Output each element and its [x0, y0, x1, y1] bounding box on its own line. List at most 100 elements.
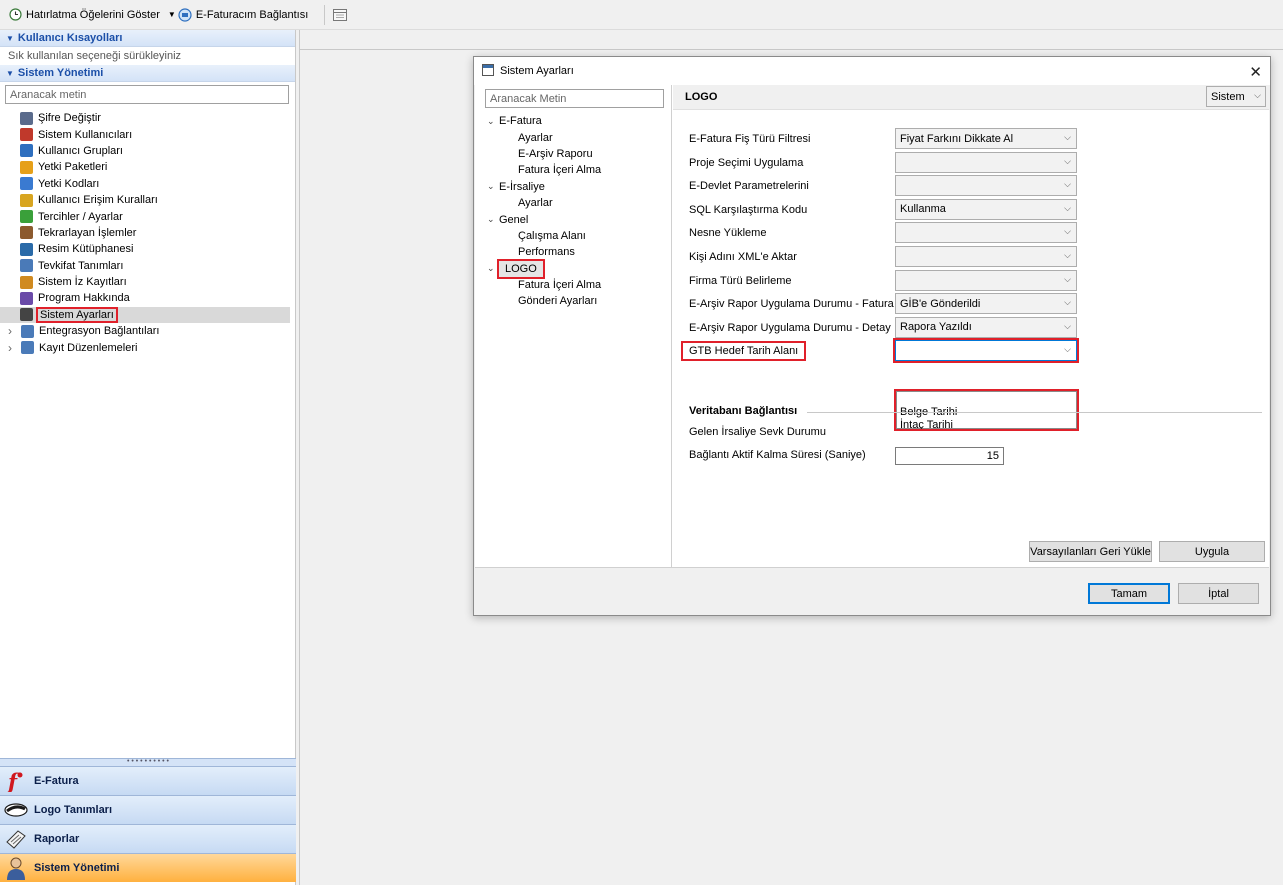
setting-select[interactable]: ⌵	[895, 151, 1077, 173]
tree-item-label: Tevkifat Tanımları	[38, 259, 124, 272]
dropdown-arrow-icon[interactable]: ▼	[168, 10, 176, 19]
ok-button[interactable]: Tamam	[1088, 583, 1170, 604]
nav-efatura[interactable]: f E-Fatura	[0, 766, 296, 795]
settings-tree-item[interactable]: Gönderi Ayarları	[485, 293, 601, 309]
section-title: LOGO	[685, 91, 718, 103]
scope-value: Sistem	[1211, 90, 1245, 103]
settings-tree-label: Performans	[518, 246, 575, 259]
collapse-icon: ▼	[6, 68, 14, 78]
cancel-button[interactable]: İptal	[1178, 583, 1259, 604]
settings-tree-item[interactable]: Ayarlar	[485, 129, 601, 145]
settings-tree-item[interactable]: ⌄ LOGO	[485, 258, 601, 279]
setting-label: E-Devlet Parametrelerini	[689, 180, 809, 193]
chevron-right-icon[interactable]: ›	[8, 341, 16, 355]
setting-value: Fiyat Farkını Dikkate Al	[900, 132, 1014, 145]
settings-tree-label: Fatura İçeri Alma	[518, 279, 602, 292]
setting-select[interactable]: Fiyat Farkını Dikkate Al ⌵	[895, 128, 1077, 149]
tree-item[interactable]: Tekrarlayan İşlemler	[0, 225, 295, 241]
tree-item[interactable]: Kullanıcı Erişim Kuralları	[0, 192, 295, 208]
log-icon	[20, 275, 33, 289]
settings-tree-item[interactable]: E-Arşiv Raporu	[485, 146, 601, 162]
setting-select[interactable]: GİB'e Gönderildi ⌵	[895, 293, 1077, 315]
settings-tree-item[interactable]: Çalışma Alanı	[485, 228, 601, 244]
splitter-grip[interactable]: • • • • • • • • • •	[0, 758, 296, 766]
setting-label: GTB Hedef Tarih Alanı	[680, 341, 807, 362]
tree-item[interactable]: Sistem İz Kayıtları	[0, 274, 295, 290]
settings-tree-item[interactable]: Fatura İçeri Alma	[485, 277, 601, 293]
record-edit-icon	[21, 341, 34, 355]
tree-item-label: Tercihler / Ayarlar	[38, 210, 123, 223]
rules-icon	[20, 193, 33, 207]
settings-tree-item[interactable]: Fatura İçeri Alma	[485, 162, 601, 178]
tree-item[interactable]: Sistem Kullanıcıları	[0, 126, 295, 142]
settings-tree-label: E-İrsaliye	[499, 180, 545, 193]
setting-select[interactable]: ⌵	[895, 222, 1077, 244]
integration-icon	[21, 324, 34, 338]
layout-icon[interactable]	[333, 8, 348, 22]
tree-item[interactable]: Resim Kütüphanesi	[0, 241, 295, 257]
nav-system-management-label: Sistem Yönetimi	[34, 862, 120, 874]
close-icon[interactable]: ✕	[1249, 63, 1262, 81]
show-reminders-button[interactable]: Hatırlatma Öğelerini Göster	[8, 8, 160, 22]
settings-tree-item[interactable]: Performans	[485, 244, 601, 260]
setting-select[interactable]: Kullanma ⌵	[895, 198, 1077, 220]
setting-select[interactable]: Rapora Yazıldı ⌵	[895, 316, 1077, 338]
user-group-icon	[20, 144, 33, 158]
tree-item[interactable]: › Entegrasyon Bağlantıları	[0, 323, 295, 339]
tree-item[interactable]: Yetki Kodları	[0, 176, 295, 192]
settings-tree-label: LOGO	[497, 258, 545, 279]
chevron-right-icon[interactable]: ›	[8, 324, 16, 338]
tree-item[interactable]: Kullanıcı Grupları	[0, 143, 295, 159]
nav-reports[interactable]: Raporlar	[0, 824, 296, 853]
setting-select[interactable]: ⌵	[893, 338, 1079, 364]
chevron-down-icon[interactable]: ⌄	[487, 263, 499, 274]
setting-select[interactable]: ⌵	[895, 269, 1077, 291]
connection-timeout-input[interactable]: 15	[895, 447, 1004, 465]
settings-tree-item[interactable]: Ayarlar	[485, 195, 601, 211]
tree-item[interactable]: Şifre Değiştir	[0, 110, 295, 126]
settings-tree-item[interactable]: ⌄ E-İrsaliye	[485, 179, 601, 195]
nav-logo-definitions[interactable]: Logo Tanımları	[0, 795, 296, 824]
tree-item[interactable]: Tevkifat Tanımları	[0, 258, 295, 274]
setting-select[interactable]: ⌵	[895, 246, 1077, 267]
tree-item[interactable]: Sistem Ayarları	[0, 306, 290, 324]
db-group-title: Veritabanı Bağlantısı	[689, 405, 797, 417]
apply-button[interactable]: Uygula	[1159, 541, 1265, 562]
settings-tree-label: Fatura İçeri Alma	[518, 164, 602, 177]
tree-item[interactable]: Yetki Paketleri	[0, 159, 295, 175]
efatura-connection-button[interactable]: E-Faturacım Bağlantısı	[178, 7, 309, 22]
setting-label: Kişi Adını XML'e Aktar	[689, 251, 797, 263]
chevron-down-icon: ⌵	[1064, 344, 1071, 355]
tree-item[interactable]: Tercihler / Ayarlar	[0, 208, 295, 224]
workspace-tab-strip	[300, 30, 1283, 50]
settings-tree-item[interactable]: ⌄ Genel	[485, 211, 601, 227]
chevron-down-icon: ⌵	[1064, 155, 1071, 166]
chevron-down-icon[interactable]: ⌄	[487, 214, 499, 225]
user-shortcuts-title: Kullanıcı Kısayolları	[17, 32, 123, 44]
setting-value: Kullanma	[900, 203, 946, 216]
users-icon	[20, 128, 33, 142]
settings-tree-panel: Aranacak Metin ⌄ E-Fatura Ayarlar E-Arşiv R…	[475, 85, 672, 568]
logo-icon	[4, 798, 28, 822]
tree-item[interactable]: › Kayıt Düzenlemeleri	[0, 339, 295, 355]
recurring-icon	[20, 226, 33, 240]
system-management-header[interactable]: ▼ Sistem Yönetimi	[0, 65, 295, 82]
tree-item-label: Şifre Değiştir	[38, 112, 101, 125]
chevron-down-icon[interactable]: ⌄	[487, 181, 499, 192]
nav-system-management[interactable]: Sistem Yönetimi	[0, 853, 296, 882]
tree-item[interactable]: Program Hakkında	[0, 290, 295, 306]
left-search-input[interactable]: Aranacak metin	[5, 85, 289, 104]
setting-select[interactable]: ⌵	[895, 175, 1077, 197]
user-shortcuts-header[interactable]: ▼ Kullanıcı Kısayolları	[0, 30, 295, 47]
efatura-connection-label: E-Faturacım Bağlantısı	[195, 8, 309, 21]
settings-search-input[interactable]: Aranacak Metin	[485, 89, 664, 108]
main-toolbar: Hatırlatma Öğelerini Göster ▼ E-Faturacı…	[0, 0, 1283, 30]
about-icon	[20, 291, 33, 305]
scope-select[interactable]: Sistem ⌵	[1206, 86, 1266, 107]
restore-defaults-button[interactable]: Varsayılanları Geri Yükle	[1029, 541, 1152, 562]
navigation-panel: ▼ Kullanıcı Kısayolları Sık kullanılan s…	[0, 30, 296, 885]
tree-item-label: Kayıt Düzenlemeleri	[39, 341, 138, 354]
chevron-down-icon[interactable]: ⌄	[487, 116, 499, 127]
settings-tree-item[interactable]: ⌄ E-Fatura	[485, 113, 601, 129]
nav-efatura-label: E-Fatura	[34, 775, 79, 787]
